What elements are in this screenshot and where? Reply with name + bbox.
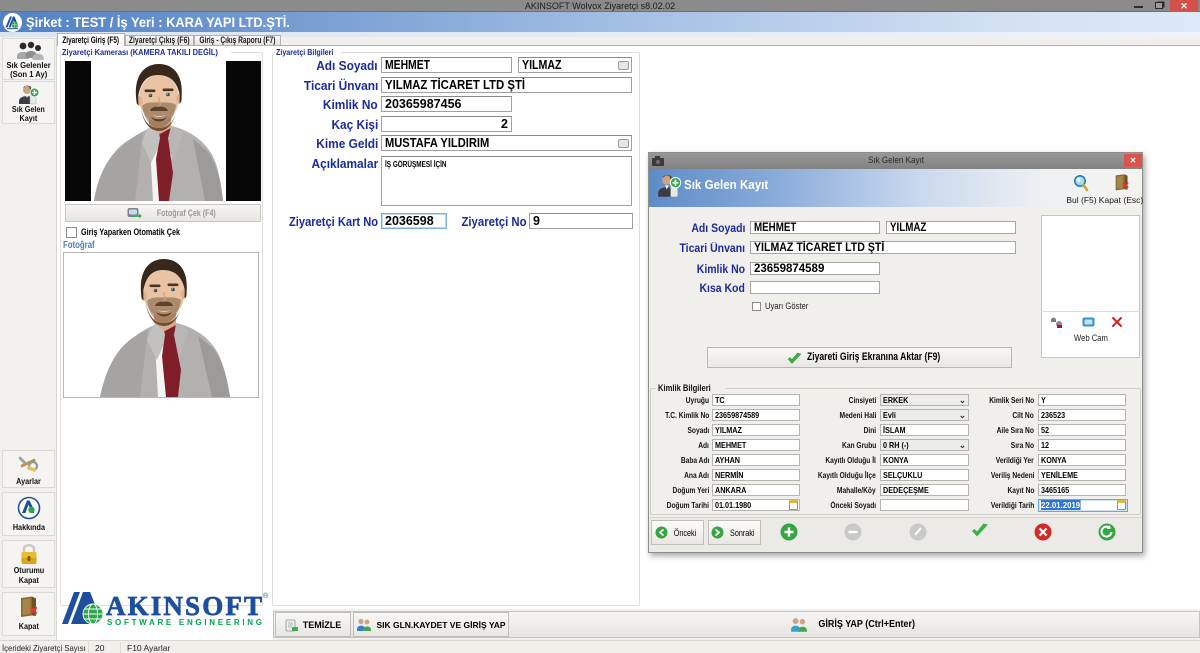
svg-text:AKINSOFT: AKINSOFT xyxy=(106,591,262,621)
svg-text:®: ® xyxy=(263,592,269,600)
